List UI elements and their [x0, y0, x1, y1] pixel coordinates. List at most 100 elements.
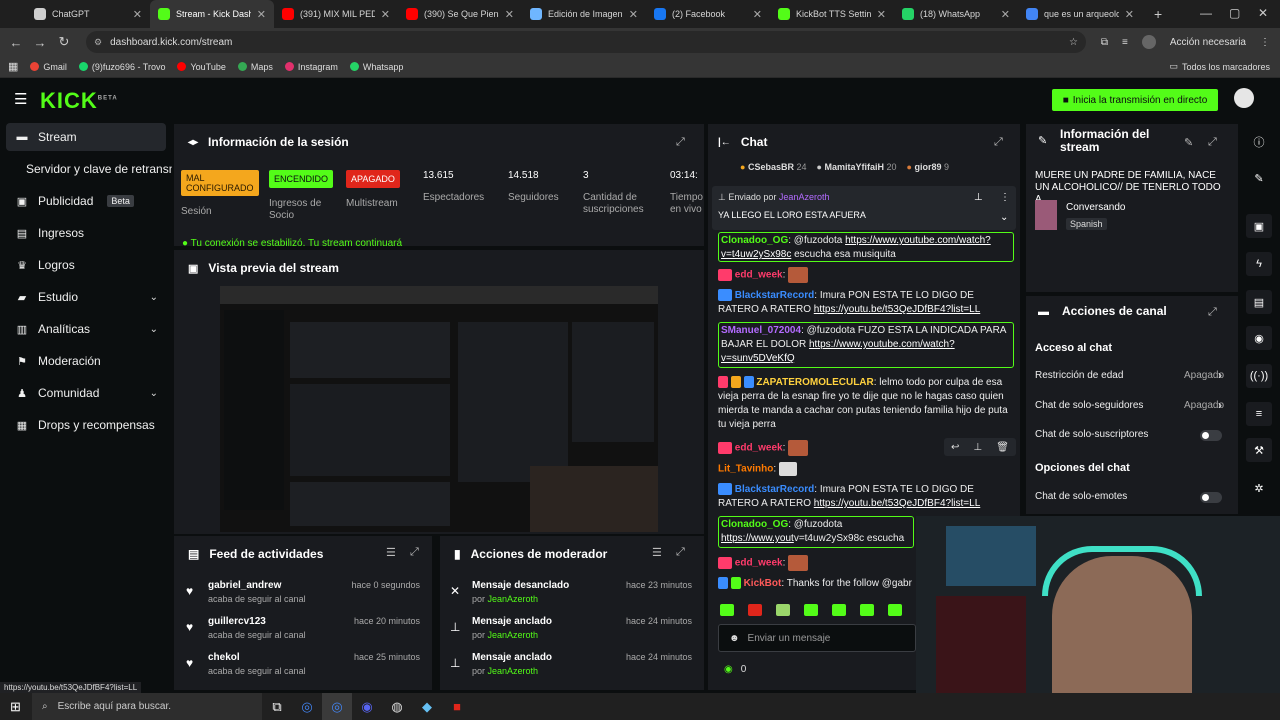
camera-icon[interactable]: ▣ [1246, 214, 1272, 238]
emote-icon[interactable] [860, 604, 874, 616]
close-tab-icon[interactable]: ✕ [753, 8, 762, 21]
bookmark-item[interactable]: Instagram [284, 62, 338, 72]
mod-user[interactable]: JeanAzeroth [488, 666, 539, 676]
media-icon[interactable]: ≡ [1122, 37, 1128, 48]
broadcast-icon[interactable]: ((·)) [1246, 364, 1272, 388]
browser-tab[interactable]: KickBot TTS Settings ✕ [770, 0, 894, 28]
avatar[interactable] [1141, 35, 1156, 49]
close-tab-icon[interactable]: ✕ [629, 8, 638, 21]
unpin-icon[interactable]: ⊥ [974, 192, 983, 203]
browser-tab[interactable]: que es un arqueolog ✕ [1018, 0, 1142, 28]
top-gifter[interactable]: ● gior89 9 [907, 162, 950, 172]
chevron-right-icon[interactable]: › [1218, 368, 1222, 382]
windows-start-icon[interactable]: ⊞ [10, 699, 21, 715]
chat-link[interactable]: https://www.yout [721, 533, 794, 544]
subscribers-only-toggle[interactable] [1200, 430, 1222, 441]
chat-input[interactable]: ☻ Enviar un mensaje [718, 624, 916, 652]
chrome-icon[interactable]: ◎ [322, 693, 352, 720]
expand-icon[interactable]: ⤢ [676, 136, 685, 149]
url-field[interactable]: ⚙ dashboard.kick.com/stream ☆ [86, 31, 1086, 53]
bookmark-item[interactable]: Gmail [30, 62, 67, 72]
taskbar-search[interactable]: ⌕ Escribe aquí para buscar. [32, 693, 262, 720]
browser-tab[interactable]: Edición de Imagen D ✕ [522, 0, 646, 28]
chat-user[interactable]: edd_week [735, 270, 783, 281]
feed-user[interactable]: gabriel_andrew [208, 580, 281, 591]
sidebar-item-community[interactable]: ♟ Comunidad ⌄ [6, 379, 166, 407]
kick-logo[interactable]: KICKBETA [40, 88, 118, 114]
go-live-button[interactable]: ■ Inicia la transmisión en directo [1052, 89, 1218, 111]
edit-icon[interactable]: ✎ [1246, 166, 1272, 190]
site-info-icon[interactable]: ⚙ [94, 37, 102, 48]
discord-icon[interactable]: ◉ [352, 693, 382, 720]
sidebar-item-server-key[interactable]: Servidor y clave de retransmisión [6, 155, 172, 183]
chevron-down-icon[interactable]: ⌄ [1000, 212, 1008, 223]
sidebar-item-analytics[interactable]: ▥ Analíticas ⌄ [6, 315, 166, 343]
obs-icon[interactable]: ◍ [382, 693, 412, 720]
task-view-icon[interactable]: ⧉ [262, 693, 292, 720]
mod-user[interactable]: JeanAzeroth [488, 594, 539, 604]
maximize-window-icon[interactable]: ▢ [1229, 6, 1240, 20]
reload-icon[interactable]: ↻ [52, 34, 76, 50]
expand-icon[interactable]: ⤢ [1208, 136, 1217, 149]
expand-icon[interactable]: ⤢ [410, 546, 419, 559]
chat-icon[interactable]: ◉ [1246, 326, 1272, 350]
bookmark-item[interactable]: Maps [237, 62, 273, 72]
list-icon[interactable]: ≡ [1246, 402, 1272, 426]
bookmark-item[interactable]: (9)fuzo696 - Trovo [78, 62, 165, 72]
pin-icon[interactable]: ⊥ [973, 442, 982, 453]
chat-user[interactable]: edd_week [735, 443, 783, 454]
apps-grid-icon[interactable]: ▦ [8, 60, 18, 73]
avatar[interactable] [1234, 88, 1254, 108]
browser-tab[interactable]: (2) Facebook ✕ [646, 0, 770, 28]
edit-icon[interactable]: ✎ [1184, 136, 1193, 149]
close-tab-icon[interactable]: ✕ [133, 8, 142, 21]
sidebar-item-drops[interactable]: ▦ Drops y recompensas [6, 411, 166, 439]
sidebar-item-studio[interactable]: ▰ Estudio ⌄ [6, 283, 166, 311]
mod-user[interactable]: JeanAzeroth [488, 630, 539, 640]
close-tab-icon[interactable]: ✕ [257, 8, 266, 21]
clipboard-icon[interactable]: ▤ [1246, 290, 1272, 314]
chrome-icon[interactable]: ◎ [292, 693, 322, 720]
chat-user[interactable]: BlackstarRecord [735, 484, 814, 495]
bookmark-star-icon[interactable]: ☆ [1069, 37, 1078, 48]
emote-icon[interactable] [776, 604, 790, 616]
hamburger-menu-icon[interactable]: ☰ [14, 90, 27, 108]
chat-user[interactable]: Lit_Tavinho [718, 464, 773, 475]
chevron-right-icon[interactable]: › [1218, 398, 1222, 412]
expand-icon[interactable]: ⤢ [676, 546, 685, 559]
close-tab-icon[interactable]: ✕ [381, 8, 390, 21]
filter-icon[interactable]: ☰ [652, 546, 662, 559]
close-window-icon[interactable]: ✕ [1258, 6, 1268, 20]
close-tab-icon[interactable]: ✕ [505, 8, 514, 21]
close-tab-icon[interactable]: ✕ [877, 8, 886, 21]
steam-icon[interactable]: ◆ [412, 693, 442, 720]
profile-action-label[interactable]: Acción necesaria [1170, 37, 1246, 48]
emote-icon[interactable] [720, 604, 734, 616]
chat-collapse-icon[interactable]: |← [718, 137, 731, 148]
chat-user[interactable]: SManuel_072004 [721, 325, 801, 336]
sidebar-item-achievements[interactable]: ♛ Logros [6, 251, 166, 279]
feed-user[interactable]: chekol [208, 652, 240, 663]
chat-user[interactable]: KickBot [744, 578, 782, 589]
emote-icon[interactable] [888, 604, 902, 616]
feed-user[interactable]: guillercv123 [208, 616, 266, 627]
chat-user[interactable]: edd_week [735, 558, 783, 569]
channel-points[interactable]: ◉ 0 [724, 664, 746, 675]
close-tab-icon[interactable]: ✕ [1001, 8, 1010, 21]
info-icon[interactable]: ⓘ [1246, 130, 1272, 154]
chat-user[interactable]: Clonadoo_OG [721, 235, 788, 246]
browser-menu-icon[interactable]: ⋮ [1260, 37, 1270, 48]
category-thumbnail[interactable] [1035, 200, 1057, 230]
emote-icon[interactable] [832, 604, 846, 616]
browser-tab-active[interactable]: Stream - Kick Dashb ✕ [150, 0, 274, 28]
browser-tab[interactable]: (390) Se Que Piensas ✕ [398, 0, 522, 28]
stream-category[interactable]: Conversando [1066, 202, 1125, 213]
more-options-icon[interactable]: ⋮ [1000, 192, 1010, 203]
back-icon[interactable]: ← [4, 35, 28, 50]
sidebar-item-ads[interactable]: ▣ Publicidad Beta [6, 187, 166, 215]
browser-tab[interactable]: (391) MIX MIL PEDAZ ✕ [274, 0, 398, 28]
close-tab-icon[interactable]: ✕ [1125, 8, 1134, 21]
expand-icon[interactable]: ⤢ [994, 136, 1003, 149]
sidebar-item-stream[interactable]: ▬ Stream [6, 123, 166, 151]
new-tab-icon[interactable]: + [1142, 6, 1174, 22]
